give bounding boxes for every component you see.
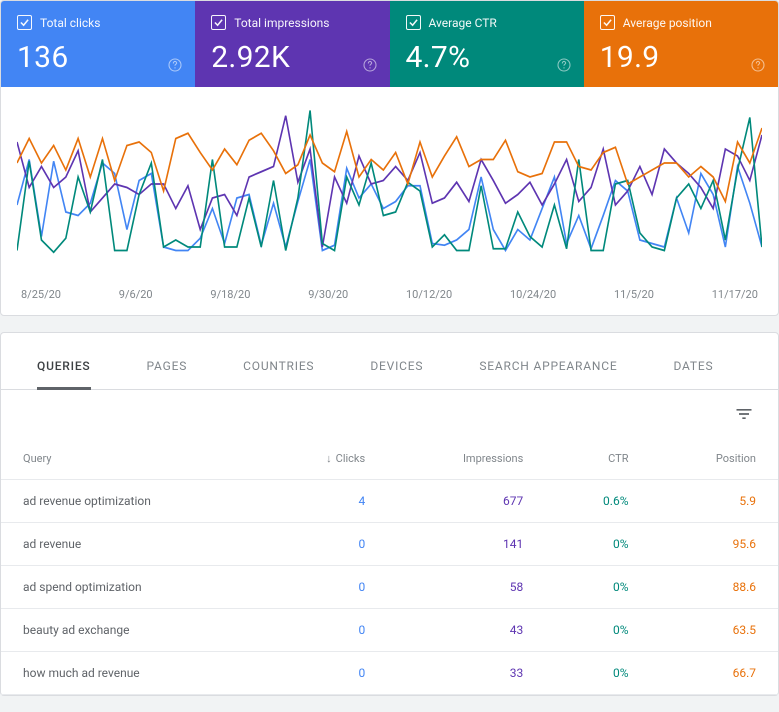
table-row[interactable]: ad revenue optimization46770.6%5.9 (1, 480, 778, 523)
cell-ctr: 0% (545, 523, 650, 566)
help-icon[interactable] (556, 57, 572, 77)
checkbox-icon (211, 15, 226, 30)
cell-query: beauty ad exchange (1, 609, 261, 652)
cell-clicks: 0 (261, 566, 387, 609)
card-label: Average CTR (429, 16, 497, 30)
cell-impressions: 58 (387, 566, 545, 609)
x-tick: 11/5/20 (614, 288, 654, 301)
col-header-position[interactable]: Position (651, 438, 779, 480)
cell-query: ad revenue (1, 523, 261, 566)
card-value: 4.7% (406, 40, 568, 75)
series-impressions (17, 116, 762, 247)
card-total-clicks[interactable]: Total clicks 136 (1, 1, 195, 87)
cell-clicks: 0 (261, 523, 387, 566)
metric-cards: Total clicks 136 Total impressions 2.92K… (1, 1, 778, 87)
queries-table: Query ↓Clicks Impressions CTR Position a… (1, 438, 778, 695)
x-tick: 9/6/20 (119, 288, 153, 301)
card-average-position[interactable]: Average position 19.9 (584, 1, 778, 87)
x-tick: 11/17/20 (712, 288, 758, 301)
checkbox-icon (17, 15, 32, 30)
cell-ctr: 0.6% (545, 480, 650, 523)
sort-desc-icon: ↓ (326, 452, 332, 465)
card-value: 19.9 (600, 40, 762, 75)
card-label: Average position (623, 16, 712, 30)
cell-query: ad revenue optimization (1, 480, 261, 523)
table-row[interactable]: ad spend optimization0580%88.6 (1, 566, 778, 609)
performance-panel: Total clicks 136 Total impressions 2.92K… (0, 0, 779, 316)
cell-clicks: 4 (261, 480, 387, 523)
table-row[interactable]: beauty ad exchange0430%63.5 (1, 609, 778, 652)
tab-queries[interactable]: QUERIES (37, 345, 91, 390)
x-tick: 9/18/20 (210, 288, 250, 301)
table-row[interactable]: how much ad revenue0330%66.7 (1, 652, 778, 695)
checkbox-icon (600, 15, 615, 30)
cell-position: 66.7 (651, 652, 779, 695)
performance-chart (17, 107, 762, 282)
cell-impressions: 141 (387, 523, 545, 566)
help-icon[interactable] (750, 57, 766, 77)
cell-position: 5.9 (651, 480, 779, 523)
cell-clicks: 0 (261, 652, 387, 695)
tab-dates[interactable]: DATES (673, 345, 713, 389)
cell-clicks: 0 (261, 609, 387, 652)
col-header-clicks[interactable]: ↓Clicks (261, 438, 387, 480)
checkbox-icon (406, 15, 421, 30)
help-icon[interactable] (362, 57, 378, 77)
dimension-tabs: QUERIES PAGES COUNTRIES DEVICES SEARCH APPEA… (1, 333, 778, 390)
cell-query: how much ad revenue (1, 652, 261, 695)
help-icon[interactable] (167, 57, 183, 77)
table-row[interactable]: ad revenue01410%95.6 (1, 523, 778, 566)
col-header-impressions[interactable]: Impressions (387, 438, 545, 480)
chart-area: 8/25/20 9/6/20 9/18/20 9/30/20 10/12/20 10/24… (1, 87, 778, 315)
cell-position: 95.6 (651, 523, 779, 566)
x-tick: 10/24/20 (510, 288, 556, 301)
card-value: 2.92K (211, 40, 373, 75)
card-average-ctr[interactable]: Average CTR 4.7% (390, 1, 584, 87)
cell-ctr: 0% (545, 566, 650, 609)
cell-ctr: 0% (545, 609, 650, 652)
tab-pages[interactable]: PAGES (147, 345, 188, 389)
col-header-ctr[interactable]: CTR (545, 438, 650, 480)
card-label: Total clicks (40, 16, 100, 30)
col-header-query[interactable]: Query (1, 438, 261, 480)
cell-impressions: 33 (387, 652, 545, 695)
cell-impressions: 677 (387, 480, 545, 523)
card-label: Total impressions (234, 16, 329, 30)
tab-search-appearance[interactable]: SEARCH APPEARANCE (479, 345, 617, 389)
cell-ctr: 0% (545, 652, 650, 695)
tab-devices[interactable]: DEVICES (370, 345, 423, 389)
x-tick: 9/30/20 (308, 288, 348, 301)
filter-icon[interactable] (730, 400, 758, 428)
tab-countries[interactable]: COUNTRIES (243, 345, 314, 389)
queries-panel: QUERIES PAGES COUNTRIES DEVICES SEARCH APPEA… (0, 332, 779, 696)
chart-x-axis: 8/25/20 9/6/20 9/18/20 9/30/20 10/12/20 10/24… (17, 288, 762, 301)
cell-impressions: 43 (387, 609, 545, 652)
x-tick: 8/25/20 (21, 288, 61, 301)
card-value: 136 (17, 40, 179, 75)
series-ctr (17, 111, 762, 253)
x-tick: 10/12/20 (406, 288, 452, 301)
card-total-impressions[interactable]: Total impressions 2.92K (195, 1, 389, 87)
cell-query: ad spend optimization (1, 566, 261, 609)
cell-position: 63.5 (651, 609, 779, 652)
cell-position: 88.6 (651, 566, 779, 609)
